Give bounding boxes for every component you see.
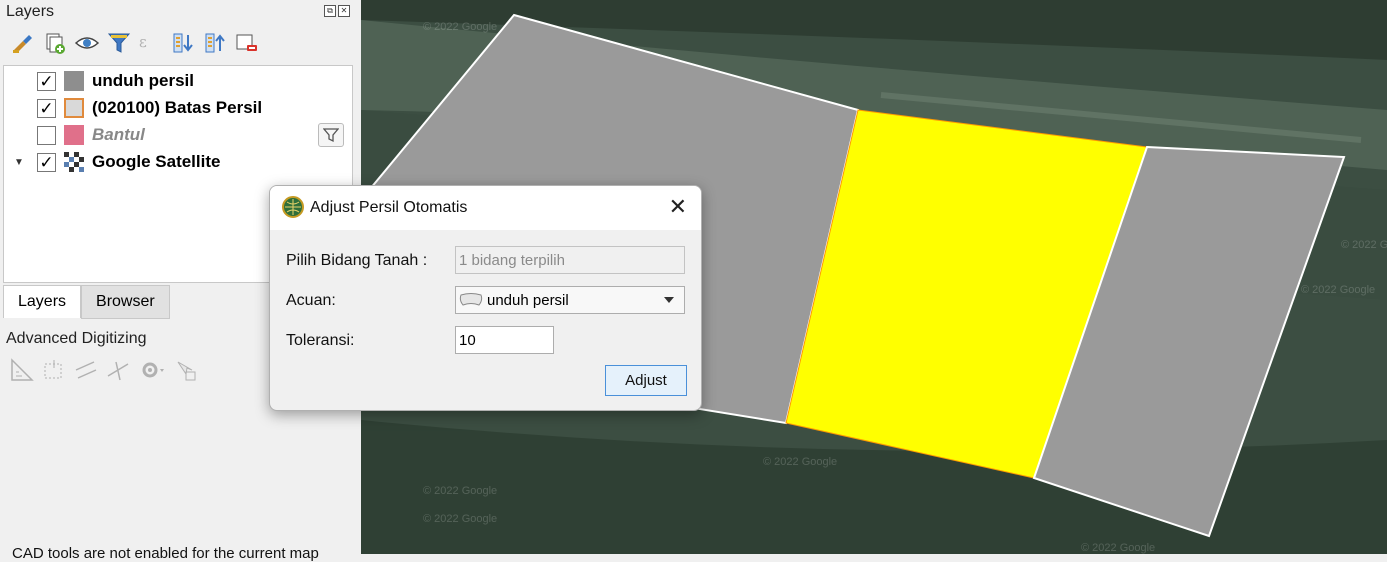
acuan-select-value: unduh persil — [487, 291, 569, 309]
google-watermark: © 2022 Google — [1341, 239, 1387, 251]
google-watermark: © 2022 Google — [423, 21, 497, 33]
dialog-titlebar[interactable]: Adjust Persil Otomatis ✕ — [270, 186, 701, 230]
layer-visibility-checkbox[interactable] — [37, 125, 56, 145]
app-globe-icon — [282, 196, 304, 218]
google-watermark: © 2022 Google — [1301, 284, 1375, 296]
adjust-persil-dialog: Adjust Persil Otomatis ✕ Pilih Bidang Ta… — [269, 185, 702, 411]
adjust-button[interactable]: Adjust — [605, 365, 687, 396]
layer-name: (020100) Batas Persil — [92, 98, 263, 117]
google-watermark: © 2022 Google — [423, 485, 497, 497]
pilih-bidang-label: Pilih Bidang Tanah : — [286, 252, 428, 269]
layer-visibility-checkbox[interactable]: ✓ — [37, 152, 56, 172]
layer-name: Google Satellite — [92, 152, 221, 171]
dialog-title: Adjust Persil Otomatis — [310, 199, 468, 216]
construction-mode-icon[interactable] — [42, 358, 66, 385]
parallel-icon[interactable] — [74, 358, 98, 385]
pilih-bidang-field: 1 bidang terpilih — [455, 246, 685, 274]
add-group-icon[interactable] — [42, 30, 68, 56]
perpendicular-icon[interactable] — [106, 358, 130, 385]
filter-expression-icon[interactable]: ε — [138, 30, 164, 56]
cad-toggle-icon[interactable] — [10, 358, 34, 385]
layer-row-batas-persil[interactable]: ✓ (020100) Batas Persil — [4, 95, 350, 121]
float-dock-icon[interactable]: ⧉ — [324, 5, 336, 17]
tab-browser[interactable]: Browser — [81, 285, 170, 319]
google-watermark: © 2022 Google — [1081, 542, 1155, 554]
layers-toolbar: ε — [10, 30, 260, 56]
svg-text:ε: ε — [139, 33, 147, 51]
advanced-digitizing-title: Advanced Digitizing — [6, 330, 147, 347]
close-icon[interactable]: ✕ — [669, 196, 687, 218]
expand-arrow-icon[interactable]: ▼ — [14, 157, 24, 168]
remove-layer-icon[interactable] — [234, 30, 260, 56]
polygon-symbol-icon — [64, 98, 84, 118]
google-watermark: © 2022 Google — [423, 513, 497, 525]
layer-name: unduh persil — [92, 71, 194, 90]
expand-all-icon[interactable] — [170, 30, 196, 56]
polygon-layer-icon — [459, 293, 483, 306]
acuan-select[interactable]: unduh persil — [455, 286, 685, 314]
advanced-digitizing-toolbar — [10, 358, 198, 385]
dock-buttons: ⧉ ✕ — [324, 5, 350, 17]
toleransi-label: Toleransi: — [286, 332, 355, 349]
collapse-all-icon[interactable] — [202, 30, 228, 56]
cad-disabled-message: CAD tools are not enabled for the curren… — [12, 545, 319, 562]
filter-legend-icon[interactable] — [106, 30, 132, 56]
chevron-down-icon — [664, 297, 674, 303]
tab-layers[interactable]: Layers — [3, 285, 82, 318]
layer-row-bantul[interactable]: Bantul — [4, 122, 350, 148]
floater-icon[interactable] — [174, 358, 198, 385]
settings-gear-icon[interactable] — [138, 358, 166, 385]
layer-row-google-satellite[interactable]: ▼ ✓ Google Satellite — [4, 149, 350, 175]
layer-name: Bantul — [92, 125, 145, 144]
polygon-symbol-icon — [64, 125, 84, 145]
visibility-eye-icon[interactable] — [74, 30, 100, 56]
layers-panel-title: Layers — [6, 3, 55, 20]
raster-layer-icon — [64, 152, 84, 172]
polygon-symbol-icon — [64, 71, 84, 91]
layer-visibility-checkbox[interactable]: ✓ — [37, 98, 56, 118]
style-manager-icon[interactable] — [10, 30, 36, 56]
acuan-label: Acuan: — [286, 292, 336, 309]
layer-visibility-checkbox[interactable]: ✓ — [37, 71, 56, 91]
panel-tabs: Layers Browser — [3, 285, 170, 319]
toleransi-input[interactable]: 10 — [455, 326, 554, 354]
google-watermark: © 2022 Google — [763, 456, 837, 468]
layer-row-unduh-persil[interactable]: ✓ unduh persil — [4, 68, 350, 94]
close-dock-icon[interactable]: ✕ — [338, 5, 350, 17]
layer-filter-icon[interactable] — [318, 123, 344, 147]
